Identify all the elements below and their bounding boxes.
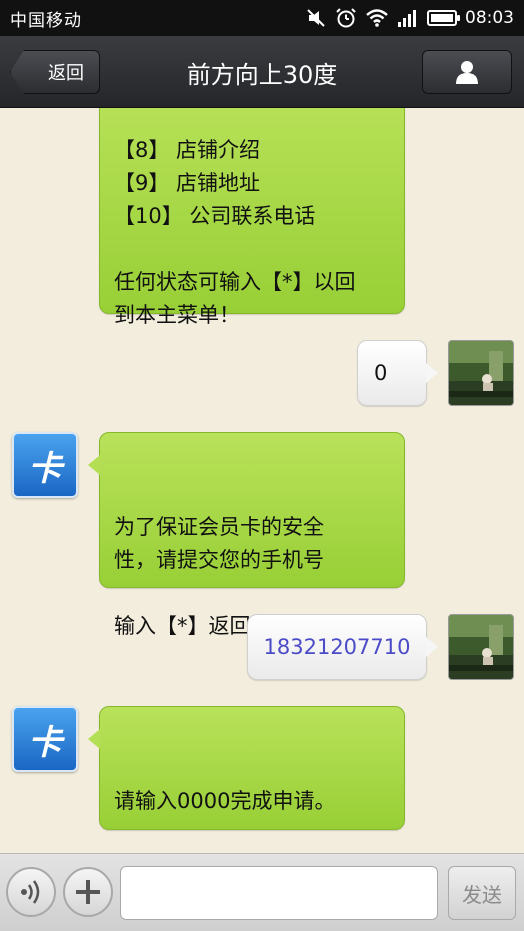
profile-button[interactable] bbox=[422, 50, 512, 94]
voice-icon bbox=[21, 880, 40, 904]
title-bar: 返回 前方向上30度 bbox=[0, 36, 524, 108]
message-bubble-incoming[interactable]: 为了保证会员卡的安全 性，请提交您的手机号 输入【*】返回主菜单！ bbox=[88, 432, 405, 638]
input-bar: 发送 bbox=[0, 853, 524, 931]
user-photo-image bbox=[449, 615, 513, 679]
voice-button[interactable] bbox=[6, 867, 56, 917]
card-avatar-text: 卡 bbox=[28, 722, 62, 763]
back-button[interactable]: 返回 bbox=[10, 50, 100, 94]
status-bar: 中国移动 08:03 bbox=[0, 0, 524, 36]
card-avatar[interactable]: 卡 bbox=[12, 706, 78, 772]
message-bubble-incoming[interactable]: 【8】 店铺介绍 【9】 店铺地址 【10】 公司联系电话 任何状态可输入【*】… bbox=[99, 108, 405, 327]
plus-button[interactable] bbox=[63, 867, 113, 917]
message-text: 请输入0000完成申请。 输入【*】返回主菜单！ bbox=[114, 789, 336, 813]
message-text: 0 bbox=[374, 361, 388, 385]
message-text: 【8】 店铺介绍 【9】 店铺地址 【10】 公司联系电话 任何状态可输入【*】… bbox=[114, 138, 356, 327]
plus-icon bbox=[76, 880, 100, 904]
back-button-label: 返回 bbox=[48, 63, 84, 84]
card-avatar-text: 卡 bbox=[28, 448, 62, 489]
carrier-name: 中国移动 bbox=[10, 10, 82, 31]
signal-icon bbox=[398, 10, 416, 27]
battery-icon bbox=[427, 10, 460, 26]
message-list[interactable]: 【8】 店铺介绍 【9】 店铺地址 【10】 公司联系电话 任何状态可输入【*】… bbox=[0, 108, 524, 853]
alarm-icon bbox=[336, 8, 356, 28]
card-avatar[interactable]: 卡 bbox=[12, 432, 78, 498]
wifi-icon bbox=[366, 9, 388, 27]
send-button[interactable]: 发送 bbox=[448, 866, 516, 920]
message-bubble-outgoing[interactable]: 18321207710 bbox=[247, 614, 438, 680]
user-avatar[interactable] bbox=[448, 340, 514, 406]
person-icon bbox=[456, 61, 478, 84]
chat-title: 前方向上30度 bbox=[186, 60, 338, 89]
status-icons: 08:03 bbox=[305, 7, 514, 29]
message-bubble-incoming[interactable]: 请输入0000完成申请。 输入【*】返回主菜单！ bbox=[88, 706, 405, 830]
message-bubble-outgoing[interactable]: 0 bbox=[357, 340, 438, 406]
message-input[interactable] bbox=[120, 866, 438, 920]
user-avatar[interactable] bbox=[448, 614, 514, 680]
clock: 08:03 bbox=[465, 8, 514, 28]
user-photo-image bbox=[449, 341, 513, 405]
mute-icon bbox=[307, 9, 325, 27]
phone-number-link[interactable]: 18321207710 bbox=[264, 635, 411, 659]
